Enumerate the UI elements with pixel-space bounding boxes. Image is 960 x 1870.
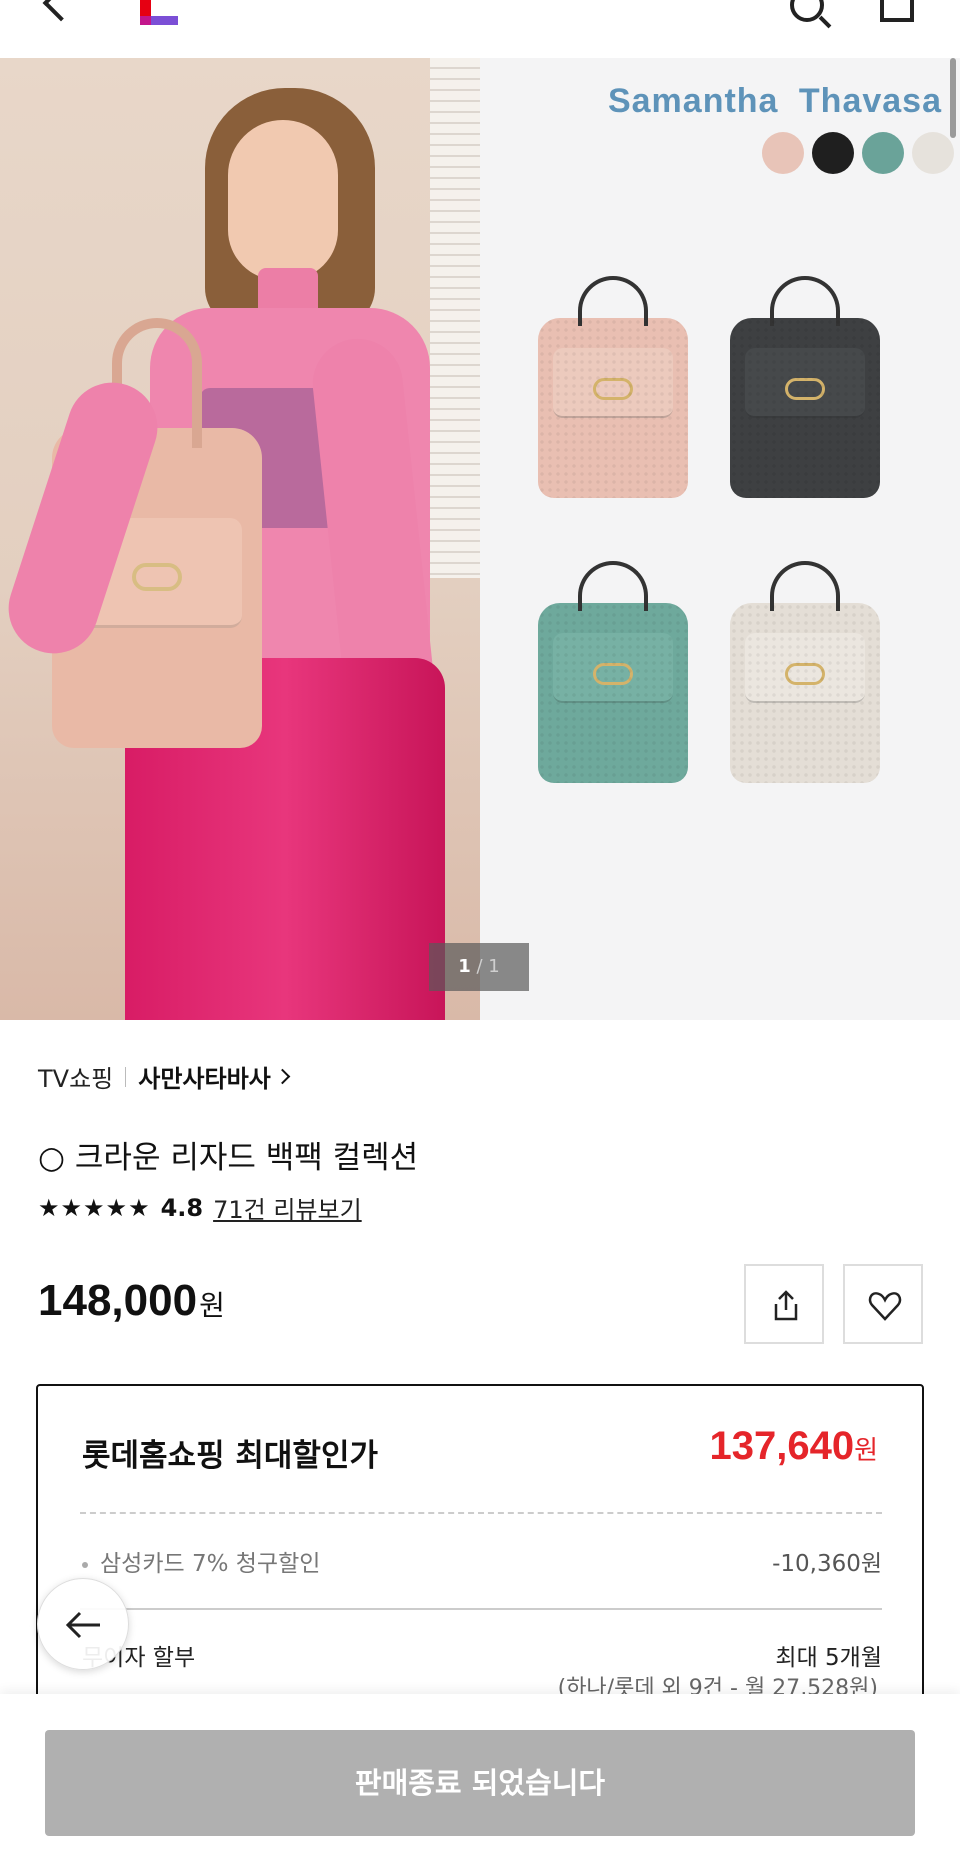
chevron-right-icon[interactable] xyxy=(274,1068,291,1085)
lotte-logo-icon[interactable] xyxy=(140,0,178,26)
dashed-divider xyxy=(80,1512,882,1514)
scrollbar[interactable] xyxy=(950,58,956,138)
bottom-action-bar: 판매종료 되었습니다 xyxy=(0,1694,960,1870)
price-currency: 원 xyxy=(199,1290,225,1321)
backpack-green xyxy=(538,561,688,783)
divider xyxy=(80,1608,882,1610)
price-value: 148,000 xyxy=(38,1276,198,1325)
divider xyxy=(125,1066,127,1087)
discount-title: 롯데홈쇼핑 최대할인가 xyxy=(82,1438,378,1474)
swatch-green xyxy=(862,132,904,174)
swatch-ivory xyxy=(912,132,954,174)
installment-row: 무이자 할부 최대 5개월 xyxy=(82,1638,882,1672)
heart-icon xyxy=(868,1292,902,1321)
installment-value: 최대 5개월 xyxy=(775,1645,882,1671)
wishlist-button[interactable] xyxy=(843,1264,923,1344)
product-image-carousel[interactable]: Samantha Thavasa xyxy=(0,58,960,1020)
share-button[interactable] xyxy=(744,1264,824,1344)
star-rating-icon: ★★★★★ xyxy=(38,1193,151,1222)
backpack-black xyxy=(730,276,880,498)
arrow-left-icon xyxy=(65,1611,100,1639)
soldout-button[interactable]: 판매종료 되었습니다 xyxy=(45,1730,915,1836)
search-icon[interactable] xyxy=(790,0,824,22)
backpack-pink xyxy=(538,276,688,498)
brand-link[interactable]: 사만사타바사 xyxy=(138,1059,270,1094)
brand-logo-text: Samantha Thavasa xyxy=(607,82,942,120)
chevron-left-icon[interactable] xyxy=(42,0,80,22)
channel-label[interactable]: TV쇼핑 xyxy=(38,1059,113,1094)
product-price: 148,000원 xyxy=(38,1276,225,1326)
rating-row: ★★★★★ 4.8 71건 리뷰보기 xyxy=(38,1190,362,1225)
rating-score: 4.8 xyxy=(160,1193,204,1222)
discount-box: 롯데홈쇼핑 최대할인가 137,640원 삼성카드 7% 청구할인 -10,36… xyxy=(36,1384,924,1714)
floating-back-button[interactable] xyxy=(37,1578,129,1670)
image-counter: 1 / 1 xyxy=(429,943,529,991)
cart-icon[interactable] xyxy=(880,0,914,22)
model-photo xyxy=(0,58,480,1020)
share-icon xyxy=(774,1290,798,1321)
top-header xyxy=(0,0,960,58)
backpack-ivory xyxy=(730,561,880,783)
card-discount-row: 삼성카드 7% 청구할인 -10,360원 xyxy=(82,1544,882,1578)
review-link[interactable]: 71건 리뷰보기 xyxy=(213,1190,362,1225)
product-title: ○ 크라운 리자드 백팩 컬렉션 xyxy=(38,1140,419,1176)
swatch-black xyxy=(812,132,854,174)
discount-price: 137,640원 xyxy=(709,1424,878,1468)
color-swatches xyxy=(762,132,960,174)
product-colors-photo xyxy=(480,58,960,1020)
swatch-pink xyxy=(762,132,804,174)
card-discount-amount: -10,360원 xyxy=(772,1551,882,1577)
card-discount-label: 삼성카드 7% 청구할인 xyxy=(100,1551,321,1577)
breadcrumb: TV쇼핑 사만사타바사 xyxy=(38,1059,291,1094)
